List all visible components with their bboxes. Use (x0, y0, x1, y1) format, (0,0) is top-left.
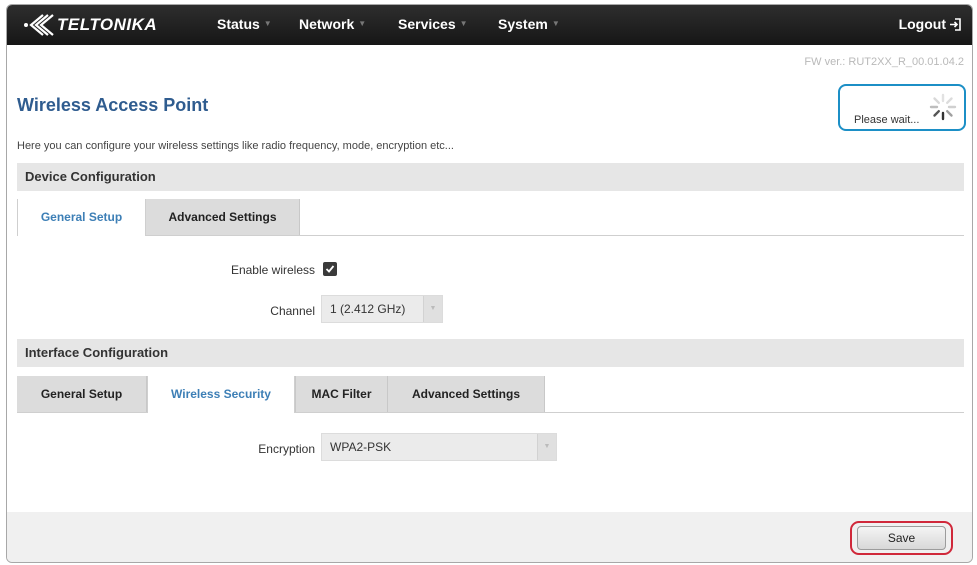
spinner-icon (929, 93, 957, 121)
nav-status-label: Status (217, 16, 260, 32)
top-navigation-bar: TELTONIKA Status ▼ Network ▼ Services ▼ … (7, 5, 972, 45)
channel-select[interactable]: 1 (2.412 GHz) ▼ (321, 295, 443, 323)
nav-status[interactable]: Status ▼ (217, 16, 272, 32)
nav-network[interactable]: Network ▼ (299, 16, 366, 32)
teltonika-logo-icon (24, 14, 54, 36)
chevron-down-icon: ▼ (459, 18, 468, 28)
encryption-value: WPA2-PSK (330, 440, 392, 454)
channel-label: Channel (270, 304, 315, 318)
page-title: Wireless Access Point (17, 95, 209, 115)
nav-services-label: Services (398, 16, 456, 32)
encryption-label: Encryption (258, 442, 315, 456)
chevron-down-icon: ▼ (551, 18, 560, 28)
tab-general-setup[interactable]: General Setup (17, 376, 147, 412)
brand-name: TELTONIKA (57, 15, 158, 34)
tab-advanced-settings[interactable]: Advanced Settings (146, 199, 300, 235)
nav-system-label: System (498, 16, 548, 32)
interface-config-tabs: General Setup Wireless Security MAC Filt… (17, 376, 964, 413)
device-config-tabs: General Setup Advanced Settings (17, 199, 964, 236)
page-description: Here you can configure your wireless set… (17, 140, 454, 152)
nav-system[interactable]: System ▼ (498, 16, 560, 32)
chevron-down-icon: ▼ (423, 296, 442, 322)
device-configuration-heading: Device Configuration (17, 163, 964, 191)
teltonika-logo[interactable]: TELTONIKA (21, 13, 157, 37)
tab-wireless-security[interactable]: Wireless Security (147, 376, 295, 413)
firmware-version: FW ver.: RUT2XX_R_00.01.04.2 (804, 56, 964, 68)
checkmark-icon (325, 265, 335, 273)
tab-advanced-settings[interactable]: Advanced Settings (388, 376, 545, 412)
tab-general-setup[interactable]: General Setup (17, 199, 146, 236)
chevron-down-icon: ▼ (263, 18, 272, 28)
chevron-down-icon: ▼ (537, 434, 556, 460)
logout-button[interactable]: Logout (899, 16, 962, 32)
router-webui-window: TELTONIKA Status ▼ Network ▼ Services ▼ … (6, 4, 973, 563)
loading-indicator: Please wait... (838, 84, 966, 131)
channel-value: 1 (2.412 GHz) (330, 302, 406, 316)
logout-label: Logout (898, 16, 946, 32)
enable-wireless-label: Enable wireless (230, 263, 315, 277)
save-button[interactable]: Save (857, 526, 946, 550)
nav-services[interactable]: Services ▼ (398, 16, 468, 32)
encryption-select[interactable]: WPA2-PSK ▼ (321, 433, 557, 461)
enable-wireless-checkbox[interactable] (323, 262, 337, 276)
nav-network-label: Network (299, 16, 355, 32)
chevron-down-icon: ▼ (358, 18, 367, 28)
footer-bar (7, 512, 972, 562)
tab-mac-filter[interactable]: MAC Filter (295, 376, 388, 412)
logout-icon (950, 17, 961, 31)
loading-text: Please wait... (854, 114, 920, 126)
interface-configuration-heading: Interface Configuration (17, 339, 964, 367)
